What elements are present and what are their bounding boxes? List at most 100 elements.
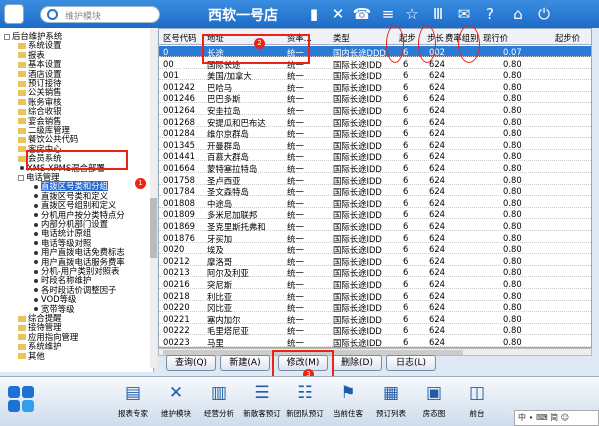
folder-icon	[18, 127, 26, 134]
table-cell: 001242	[163, 81, 195, 92]
bullet-icon	[34, 222, 38, 227]
annotation-oval-start	[386, 25, 404, 63]
tools-icon[interactable]: ✕	[328, 4, 348, 24]
table-row[interactable]: 00212 摩洛哥 统一 国际长途IDD 6 624 0.80	[159, 255, 591, 267]
scroll-thumb[interactable]	[150, 198, 157, 258]
table-row[interactable]: 001876 牙买加 统一 国际长途IDD 6 624 0.80	[159, 232, 591, 244]
folder-icon	[18, 136, 26, 143]
table-cell: 0.07	[503, 47, 522, 57]
table-row[interactable]: 001869 圣克里斯托弗和 统一 国际长途IDD 6 624 0.80	[159, 220, 591, 232]
bullet-icon	[34, 278, 38, 283]
tree-item-label: 其他	[28, 350, 45, 361]
table-row[interactable]: 001284 维尔京群岛 统一 国际长途IDD 6 624 0.80	[159, 127, 591, 139]
table-cell: 6	[403, 93, 409, 104]
table-row[interactable]: 001809 多米尼加联邦 统一 国际长途IDD 6 624 0.80	[159, 208, 591, 220]
table-row[interactable]: 001441 百慕大群岛 统一 国际长途IDD 6 624 0.80	[159, 150, 591, 162]
top-toolbar: 维护模块 西软一号店 ▮ ✕ ☎ ≡ ☆ Ⅲ ✉ ? ⌂ ⏻	[0, 0, 599, 28]
table-row[interactable]: 00213 阿尔及利亚 统一 国际长途IDD 6 624 0.80	[159, 266, 591, 278]
launcher-button[interactable]: ▥ 经营分析	[196, 380, 242, 424]
query-button[interactable]: 查询(Q)	[166, 355, 216, 371]
table-cell: 001664	[163, 163, 195, 173]
folder-icon	[18, 146, 26, 153]
launcher-label: 新团队预订	[286, 409, 324, 418]
search-input[interactable]: 维护模块	[40, 6, 160, 23]
tree-scrollbar[interactable]	[150, 28, 157, 368]
table-cell: 624	[429, 325, 445, 336]
signal-icon[interactable]: ▮	[304, 4, 324, 24]
column-header[interactable]: 区号代码	[163, 32, 197, 44]
ime-toolbar[interactable]: 中 ∙ ⌨ 简 ☺	[514, 410, 599, 426]
table-row[interactable]: 001784 圣文森特岛 统一 国际长途IDD 6 624 0.80	[159, 185, 591, 197]
table-cell: 国际长途IDD	[333, 338, 382, 348]
table-cell: 0.80	[503, 255, 522, 266]
table-cell: 0.80	[503, 325, 522, 336]
table-cell: 0.80	[503, 174, 522, 185]
app-logo-icon[interactable]	[4, 4, 24, 24]
column-header[interactable]: 起步价	[555, 32, 580, 44]
group-icon: ☷	[297, 383, 313, 403]
bullet-icon	[34, 241, 38, 246]
table-cell: 6	[403, 221, 409, 231]
mail-icon[interactable]: ✉	[454, 4, 474, 24]
analysis-icon: ▥	[210, 383, 228, 403]
table-row[interactable]: 001264 安圭拉岛 统一 国际长途IDD 6 624 0.80	[159, 104, 591, 116]
log-button[interactable]: 日志(L)	[386, 355, 436, 371]
launcher-button[interactable]: ⚑ 当前住客	[325, 380, 371, 424]
table-cell: 0.80	[503, 58, 522, 69]
launcher-button[interactable]: ▣ 房态图	[411, 380, 457, 424]
table-cell: 624	[429, 337, 445, 347]
menu-icon[interactable]: ≡	[378, 4, 398, 24]
delete-button[interactable]: 删除(D)	[332, 355, 382, 371]
tree-item[interactable]: 其他	[18, 350, 45, 361]
table-row[interactable]: 001345 开曼群岛 统一 国际长途IDD 6 624 0.80	[159, 139, 591, 151]
home-icon[interactable]: ⌂	[508, 4, 528, 24]
columns-icon[interactable]: Ⅲ	[428, 4, 448, 24]
launcher-button[interactable]: ▤ 报表专家	[110, 380, 156, 424]
launcher-button[interactable]: ✕ 维护模块	[153, 380, 199, 424]
table-cell: 6	[403, 337, 409, 347]
table-cell: 00218	[163, 290, 190, 301]
table-row[interactable]: 001758 圣卢西亚 统一 国际长途IDD 6 624 0.80	[159, 174, 591, 186]
table-row[interactable]: 001808 中途岛 统一 国际长途IDD 6 624 0.80	[159, 197, 591, 209]
phone-icon[interactable]: ☎	[352, 4, 372, 24]
table-row[interactable]: 0020 埃及 统一 国际长途IDD 6 624 0.80	[159, 243, 591, 255]
column-header[interactable]: 现行价	[483, 32, 508, 44]
star-icon[interactable]: ☆	[402, 4, 422, 24]
table-row[interactable]: 00223 马里 统一 国际长途IDD 6 624 0.80	[159, 336, 591, 348]
table-cell: 0.80	[503, 139, 522, 150]
table-row[interactable]: 00220 冈比亚 统一 国际长途IDD 6 624 0.80	[159, 301, 591, 313]
table-row[interactable]: 001268 安提瓜和巴布达 统一 国际长途IDD 6 624 0.80	[159, 116, 591, 128]
table-row[interactable]: 001246 巴巴多斯 统一 国际长途IDD 6 624 0.80	[159, 92, 591, 104]
table-cell: 624	[429, 221, 445, 231]
table-cell: 001	[163, 70, 179, 81]
table-cell: 001808	[163, 197, 195, 208]
table-cell: 0.80	[503, 128, 522, 139]
bullet-icon	[34, 307, 38, 312]
launcher-button[interactable]: ◫ 前台	[454, 380, 500, 424]
table-row[interactable]: 00221 塞内加尔 统一 国际长途IDD 6 624 0.80	[159, 313, 591, 325]
launcher-button[interactable]: ☰ 新散客预订	[239, 380, 285, 424]
table-row[interactable]: 001 美国/加拿大 统一 国际长途IDD 6 624 0.80	[159, 69, 591, 81]
bullet-icon	[34, 231, 38, 236]
annotation-badge-1: 1	[135, 178, 146, 189]
table-cell: 624	[429, 313, 445, 324]
table-cell: 001441	[163, 151, 195, 162]
help-icon[interactable]: ?	[480, 4, 500, 24]
table-row[interactable]: 00218 利比亚 统一 国际长途IDD 6 624 0.80	[159, 290, 591, 302]
table-row[interactable]: 00216 突尼斯 统一 国际长途IDD 6 624 0.80	[159, 278, 591, 290]
power-icon[interactable]: ⏻	[534, 4, 554, 24]
table-row[interactable]: 001242 巴哈马 统一 国际长途IDD 6 624 0.80	[159, 81, 591, 93]
table-cell: 00223	[163, 337, 190, 347]
table-cell: 624	[429, 302, 445, 313]
table-cell: 6	[403, 105, 409, 115]
column-header[interactable]: 类型	[333, 32, 350, 44]
table-cell: 001284	[163, 128, 195, 139]
folder-icon	[18, 89, 26, 96]
bullet-icon	[34, 250, 38, 255]
table-row[interactable]: 001664 蒙特塞拉特岛 统一 国际长途IDD 6 624 0.80	[159, 162, 591, 174]
table-row[interactable]: 00222 毛里塔尼亚 统一 国际长途IDD 6 624 0.80	[159, 324, 591, 336]
launcher-button[interactable]: ▦ 预订列表	[368, 380, 414, 424]
launcher-button[interactable]: ☷ 新团队预订	[282, 380, 328, 424]
bullet-icon	[34, 213, 38, 218]
add-button[interactable]: 新建(A)	[220, 355, 270, 371]
